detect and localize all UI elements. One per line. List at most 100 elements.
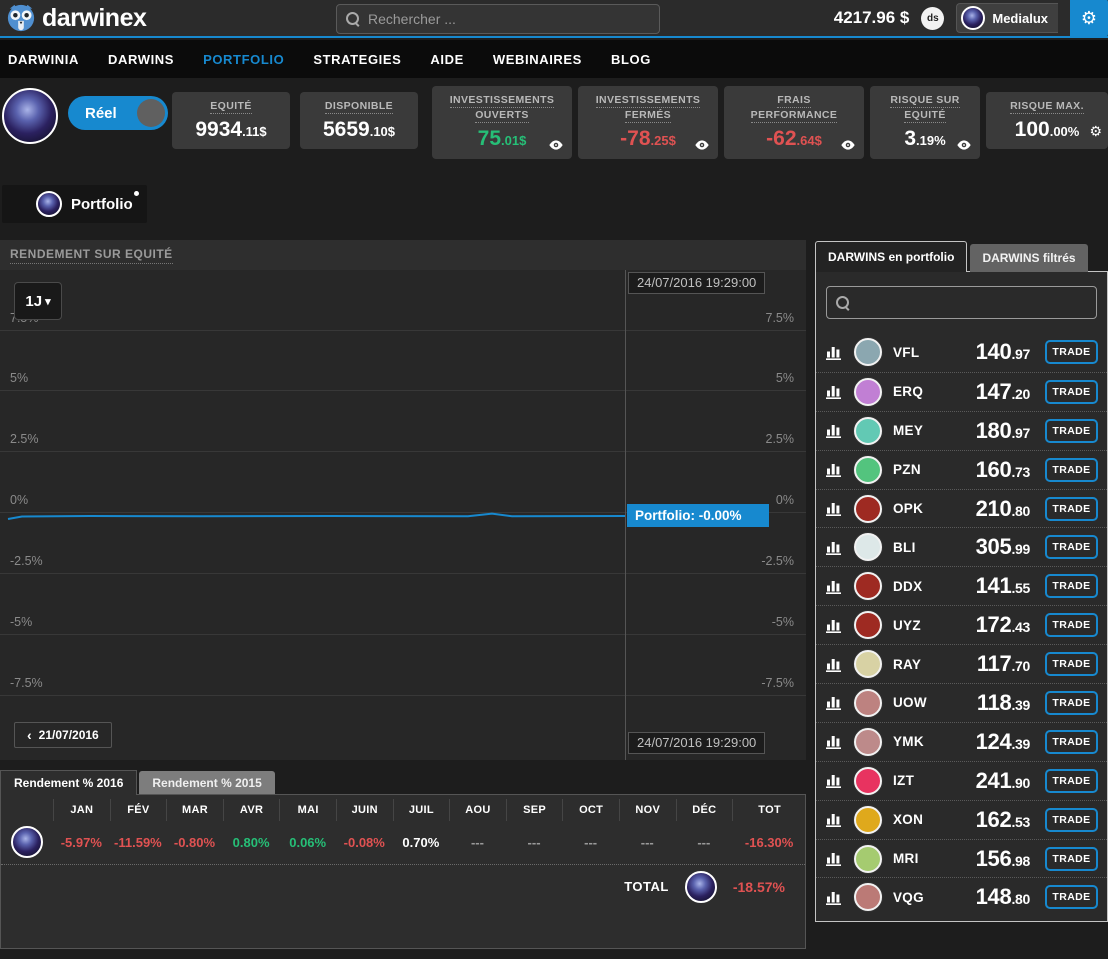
eye-icon[interactable] [694, 139, 710, 151]
period-dropdown[interactable]: 1J ▾ [14, 282, 62, 320]
darwin-list-item-xon[interactable]: XON 162.53 TRADE [816, 800, 1107, 839]
portfolio-tab[interactable]: Portfolio [2, 185, 147, 223]
darwin-color-icon [854, 806, 882, 834]
bar-chart-icon[interactable] [826, 890, 843, 905]
brand-logo[interactable]: darwinex [0, 3, 146, 33]
darwin-list-item-mri[interactable]: MRI 156.98 TRADE [816, 839, 1107, 878]
bar-chart-icon[interactable] [826, 384, 843, 399]
nav-item-aide[interactable]: AIDE [430, 52, 463, 67]
darwin-list-item-mey[interactable]: MEY 180.97 TRADE [816, 411, 1107, 450]
stat-label: INVESTISSEMENTSOUVERTS [442, 93, 562, 123]
bar-chart-icon[interactable] [826, 734, 843, 749]
month-header-mar: MAR [166, 799, 223, 821]
nav-item-webinaires[interactable]: WEBINAIRES [493, 52, 582, 67]
bar-chart-icon[interactable] [826, 345, 843, 360]
trade-button[interactable]: TRADE [1045, 535, 1098, 559]
trade-button[interactable]: TRADE [1045, 419, 1098, 443]
darwins-search-input[interactable] [858, 295, 1087, 311]
ds-badge-icon[interactable]: ds [921, 7, 944, 30]
darwin-color-icon [854, 338, 882, 366]
stat-value: 9934.11$ [182, 118, 280, 141]
trade-button[interactable]: TRADE [1045, 574, 1098, 598]
eye-icon[interactable] [548, 139, 564, 151]
search-input[interactable] [368, 11, 650, 27]
nav-item-strategies[interactable]: STRATEGIES [313, 52, 401, 67]
darwin-list-item-uyz[interactable]: UYZ 172.43 TRADE [816, 605, 1107, 644]
chart-plot-area[interactable]: 7.5%7.5%5%5%2.5%2.5%0%0%-2.5%-2.5%-5%-5%… [0, 270, 806, 760]
crosshair-date-bottom: 24/07/2016 19:29:00 [628, 732, 765, 754]
bar-chart-icon[interactable] [826, 579, 843, 594]
darwin-list-item-vfl[interactable]: VFL 140.97 TRADE [816, 333, 1107, 372]
nav-item-darwins[interactable]: DARWINS [108, 52, 174, 67]
trade-button[interactable]: TRADE [1045, 769, 1098, 793]
month-header-nov: NOV [619, 799, 676, 821]
darwin-list-item-opk[interactable]: OPK 210.80 TRADE [816, 489, 1107, 528]
trade-button[interactable]: TRADE [1045, 652, 1098, 676]
trade-button[interactable]: TRADE [1045, 730, 1098, 754]
eye-icon[interactable] [956, 139, 972, 151]
tab-rendement-2016[interactable]: Rendement % 2016 [0, 770, 137, 795]
darwins-list-body: VFL 140.97 TRADE ERQ 147.20 TRADE MEY 18… [815, 271, 1108, 922]
darwin-list-item-bli[interactable]: BLI 305.99 TRADE [816, 527, 1107, 566]
darwin-color-icon [854, 378, 882, 406]
bar-chart-icon[interactable] [826, 851, 843, 866]
bar-chart-icon[interactable] [826, 812, 843, 827]
darwin-list-item-ray[interactable]: RAY 117.70 TRADE [816, 644, 1107, 683]
user-menu[interactable]: Medialux [956, 3, 1058, 33]
month-value: 0.06% [279, 835, 336, 850]
previous-date-button[interactable]: ‹ 21/07/2016 [14, 722, 112, 748]
bar-chart-icon[interactable] [826, 423, 843, 438]
darwin-list-item-izt[interactable]: IZT 241.90 TRADE [816, 761, 1107, 800]
row-avatar [11, 826, 43, 858]
gear-icon[interactable]: ⚙ [1089, 123, 1102, 140]
bar-chart-icon[interactable] [826, 501, 843, 516]
darwin-list-item-ymk[interactable]: YMK 124.39 TRADE [816, 722, 1107, 761]
darwin-list-item-ddx[interactable]: DDX 141.55 TRADE [816, 566, 1107, 605]
darwin-ticker: IZT [893, 773, 949, 788]
darwins-list: VFL 140.97 TRADE ERQ 147.20 TRADE MEY 18… [816, 333, 1107, 916]
trade-button[interactable]: TRADE [1045, 497, 1098, 521]
tab-darwins-portfolio[interactable]: DARWINS en portfolio [815, 241, 967, 272]
chevron-down-icon: ▾ [45, 295, 51, 308]
trade-button[interactable]: TRADE [1045, 380, 1098, 404]
trade-button[interactable]: TRADE [1045, 613, 1098, 637]
nav-item-blog[interactable]: BLOG [611, 52, 651, 67]
global-search[interactable] [336, 4, 660, 34]
darwin-color-icon [854, 883, 882, 911]
nav-item-portfolio[interactable]: PORTFOLIO [203, 52, 284, 67]
darwin-list-item-vqg[interactable]: VQG 148.80 TRADE [816, 877, 1107, 916]
darwin-list-item-pzn[interactable]: PZN 160.73 TRADE [816, 450, 1107, 489]
darwin-quote: 241.90 [949, 768, 1045, 794]
trade-button[interactable]: TRADE [1045, 458, 1098, 482]
settings-button[interactable]: ⚙ [1070, 0, 1108, 37]
darwin-ticker: ERQ [893, 384, 949, 399]
darwins-tabs: DARWINS en portfolio DARWINS filtrés [815, 240, 1108, 272]
trade-button[interactable]: TRADE [1045, 847, 1098, 871]
nav-item-darwinia[interactable]: DARWINIA [8, 52, 79, 67]
darwin-list-item-uow[interactable]: UOW 118.39 TRADE [816, 683, 1107, 722]
eye-icon[interactable] [840, 139, 856, 151]
bar-chart-icon[interactable] [826, 773, 843, 788]
portfolio-avatar[interactable] [2, 88, 58, 144]
tab-darwins-filtres[interactable]: DARWINS filtrés [970, 244, 1087, 272]
trade-button[interactable]: TRADE [1045, 691, 1098, 715]
bar-chart-icon[interactable] [826, 695, 843, 710]
month-value: --- [506, 835, 563, 850]
trade-button[interactable]: TRADE [1045, 808, 1098, 832]
tab-rendement-2015[interactable]: Rendement % 2015 [139, 771, 274, 795]
equity-return-chart-panel: RENDEMENT SUR EQUITÉ 7.5%7.5%5%5%2.5%2.5… [0, 240, 806, 760]
bar-chart-icon[interactable] [826, 462, 843, 477]
trade-button[interactable]: TRADE [1045, 885, 1098, 909]
bar-chart-icon[interactable] [826, 540, 843, 555]
chart-crosshair-line [625, 270, 626, 760]
darwin-quote: 210.80 [949, 496, 1045, 522]
darwin-color-icon [854, 767, 882, 795]
bar-chart-icon[interactable] [826, 657, 843, 672]
crosshair-date-top: 24/07/2016 19:29:00 [628, 272, 765, 294]
darwin-list-item-erq[interactable]: ERQ 147.20 TRADE [816, 372, 1107, 411]
month-header-mai: MAI [279, 799, 336, 821]
trade-button[interactable]: TRADE [1045, 340, 1098, 364]
darwins-search[interactable] [826, 286, 1097, 319]
bar-chart-icon[interactable] [826, 618, 843, 633]
real-demo-toggle[interactable]: Réel [68, 96, 168, 130]
